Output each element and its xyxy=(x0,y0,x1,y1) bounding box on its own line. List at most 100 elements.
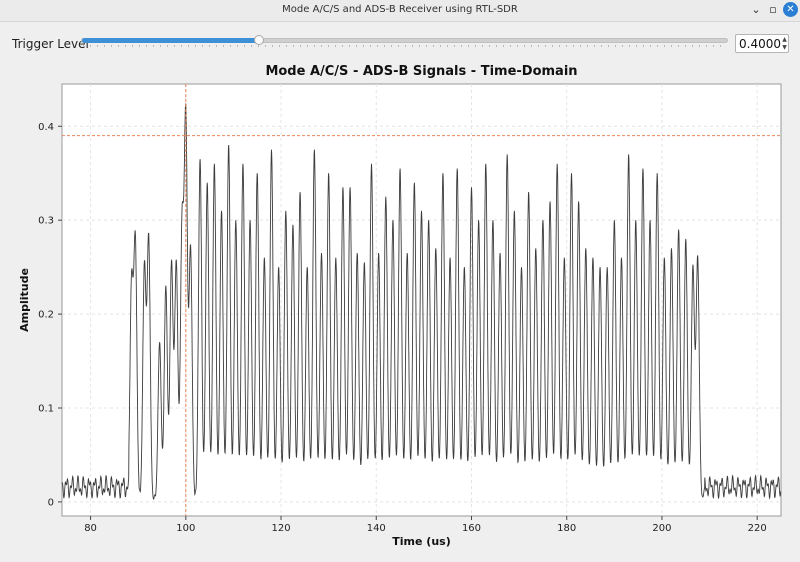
slider-tick xyxy=(706,45,707,47)
slider-tick xyxy=(545,45,546,47)
plot-title: Mode A/C/S - ADS-B Signals - Time-Domain xyxy=(265,64,578,79)
slider-tick xyxy=(230,45,231,47)
slider-tick xyxy=(678,45,679,47)
x-tick-label: 80 xyxy=(84,523,97,534)
slider-tick xyxy=(349,45,350,47)
slider-tick xyxy=(699,45,700,47)
slider-tick xyxy=(510,45,511,47)
slider-tick xyxy=(90,45,91,47)
slider-tick xyxy=(202,45,203,47)
slider-tick xyxy=(370,45,371,47)
y-tick-label: 0.2 xyxy=(38,310,54,321)
x-tick-label: 160 xyxy=(462,523,481,534)
slider-tick xyxy=(251,45,252,47)
slider-tick xyxy=(97,45,98,47)
slider-tick xyxy=(440,45,441,47)
spin-down-icon[interactable]: ▼ xyxy=(780,44,789,52)
time-domain-plot[interactable]: 80 100 120 140 160 180 200 220 0 0.1 0.2 0.3 0.4 Time… xyxy=(0,80,800,550)
slider-tick xyxy=(426,45,427,47)
slider-tick xyxy=(307,45,308,47)
slider-tick xyxy=(615,45,616,47)
slider-tick xyxy=(139,45,140,47)
slider-tick xyxy=(454,45,455,47)
y-axis-label: Amplitude xyxy=(18,268,31,332)
slider-tick xyxy=(111,45,112,47)
slider-tick xyxy=(496,45,497,47)
slider-tick xyxy=(587,45,588,47)
slider-tick xyxy=(405,45,406,47)
slider-tick xyxy=(594,45,595,47)
trigger-level-value[interactable]: 0.4000 xyxy=(739,37,781,51)
slider-tick xyxy=(160,45,161,47)
x-tick-label: 200 xyxy=(652,523,671,534)
spin-up-icon[interactable]: ▲ xyxy=(780,36,789,44)
x-tick-label: 220 xyxy=(748,523,767,534)
title-bar: Mode A/C/S and ADS-B Receiver using RTL-… xyxy=(0,0,800,22)
minimize-icon[interactable]: ⌄ xyxy=(748,2,764,18)
slider-tick xyxy=(643,45,644,47)
trigger-level-slider[interactable] xyxy=(81,38,728,43)
slider-tick xyxy=(475,45,476,47)
slider-tick xyxy=(601,45,602,47)
slider-tick xyxy=(174,45,175,47)
slider-tick xyxy=(573,45,574,47)
slider-tick xyxy=(272,45,273,47)
slider-tick xyxy=(524,45,525,47)
trigger-level-spinbox[interactable]: 0.4000 ▲ ▼ xyxy=(735,34,789,53)
slider-tick xyxy=(419,45,420,47)
slider-tick xyxy=(293,45,294,47)
slider-tick xyxy=(363,45,364,47)
slider-tick xyxy=(391,45,392,47)
slider-tick xyxy=(146,45,147,47)
slider-tick xyxy=(447,45,448,47)
slider-tick xyxy=(188,45,189,47)
slider-tick xyxy=(685,45,686,47)
slider-tick xyxy=(461,45,462,47)
slider-tick xyxy=(342,45,343,47)
slider-tick xyxy=(552,45,553,47)
slider-tick xyxy=(125,45,126,47)
slider-tick xyxy=(153,45,154,47)
slider-tick xyxy=(720,45,721,47)
slider-tick xyxy=(377,45,378,47)
slider-tick xyxy=(482,45,483,47)
slider-tick xyxy=(286,45,287,47)
slider-tick xyxy=(118,45,119,47)
slider-tick xyxy=(664,45,665,47)
slider-tick xyxy=(181,45,182,47)
slider-tick xyxy=(384,45,385,47)
slider-tick xyxy=(195,45,196,47)
slider-tick xyxy=(356,45,357,47)
maximize-icon[interactable]: ▫ xyxy=(765,2,781,18)
slider-tick xyxy=(314,45,315,47)
slider-tick xyxy=(671,45,672,47)
slider-tick xyxy=(657,45,658,47)
slider-tick xyxy=(265,45,266,47)
slider-tick xyxy=(104,45,105,47)
slider-tick xyxy=(608,45,609,47)
slider-tick xyxy=(538,45,539,47)
slider-tick xyxy=(132,45,133,47)
slider-tick xyxy=(503,45,504,47)
slider-tick xyxy=(692,45,693,47)
slider-tick xyxy=(223,45,224,47)
slider-tick xyxy=(622,45,623,47)
x-tick-label: 180 xyxy=(557,523,576,534)
trigger-level-label: Trigger Level xyxy=(12,37,89,51)
slider-tick xyxy=(216,45,217,47)
y-tick-label: 0 xyxy=(48,497,54,508)
slider-tick xyxy=(279,45,280,47)
window-title: Mode A/C/S and ADS-B Receiver using RTL-… xyxy=(282,4,518,15)
slider-tick xyxy=(580,45,581,47)
slider-tick xyxy=(636,45,637,47)
close-icon[interactable]: ✕ xyxy=(783,2,798,17)
slider-tick xyxy=(468,45,469,47)
y-tick-label: 0.3 xyxy=(38,216,54,227)
slider-tick xyxy=(517,45,518,47)
slider-tick xyxy=(300,45,301,47)
slider-tick xyxy=(531,45,532,47)
slider-tick xyxy=(713,45,714,47)
slider-tick xyxy=(321,45,322,47)
slider-tick xyxy=(258,45,259,47)
slider-handle[interactable] xyxy=(254,35,265,45)
